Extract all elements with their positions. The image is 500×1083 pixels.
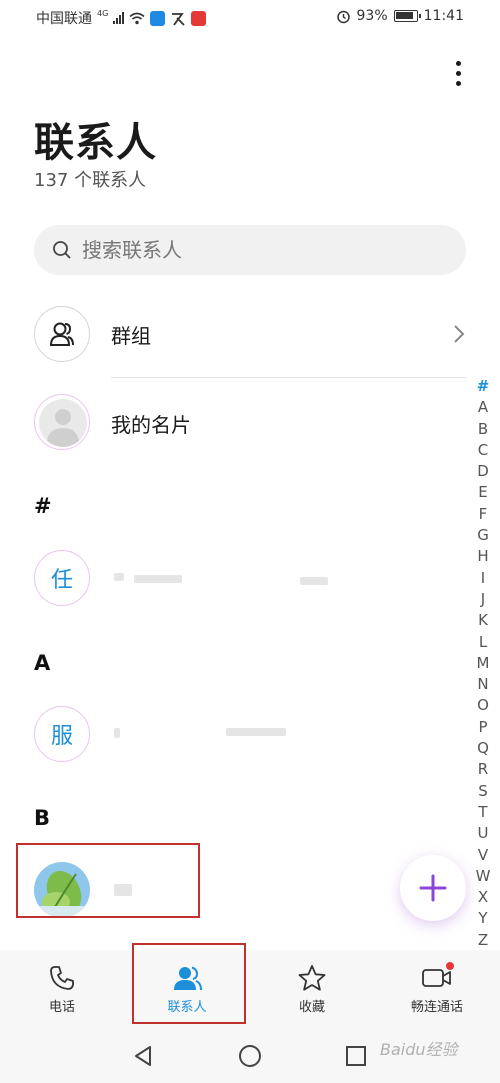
index-letter[interactable]: A <box>478 397 488 418</box>
search-input[interactable] <box>82 238 422 262</box>
index-letter[interactable]: Z <box>478 930 488 951</box>
index-letter[interactable]: E <box>478 482 487 503</box>
highlight-box <box>132 943 246 1024</box>
my-card-label: 我的名片 <box>111 413 191 437</box>
index-letter[interactable]: S <box>478 781 488 802</box>
index-letter[interactable]: J <box>481 589 485 610</box>
index-letter[interactable]: O <box>477 695 489 716</box>
index-letter[interactable]: P <box>478 717 487 738</box>
alarm-icon <box>336 10 350 23</box>
highlight-box <box>16 843 200 918</box>
index-letter[interactable]: B <box>478 419 488 440</box>
contact-count: 137 个联系人 <box>34 170 147 191</box>
index-letter[interactable]: T <box>478 802 487 823</box>
watermark: Baidu经验 <box>380 1040 458 1059</box>
index-letter[interactable]: U <box>478 823 489 844</box>
carrier-name: 中国联通 <box>36 11 92 27</box>
redaction-mark <box>300 577 328 585</box>
index-letter[interactable]: I <box>481 568 485 589</box>
index-letter[interactable]: N <box>477 674 488 695</box>
redaction-mark <box>134 575 182 583</box>
back-icon[interactable] <box>132 1044 154 1068</box>
divider <box>111 377 466 378</box>
index-letter[interactable]: G <box>477 525 489 546</box>
clock: 11:41 <box>423 8 464 24</box>
section-header-a: A <box>34 651 51 675</box>
more-dot-icon <box>455 80 461 86</box>
contact-avatar: 任 <box>34 550 90 606</box>
bottom-navigation: 电话 联系人 收藏 畅连通话 <box>0 950 500 1030</box>
home-icon[interactable] <box>238 1044 262 1068</box>
status-bar-left: 中国联通 4G <box>36 8 207 28</box>
index-letter[interactable]: R <box>478 759 488 780</box>
index-letter[interactable]: M <box>477 653 490 674</box>
nav-label: 收藏 <box>298 1000 325 1015</box>
index-letter[interactable]: V <box>478 845 488 866</box>
index-letter[interactable]: Y <box>478 908 487 929</box>
groups-icon <box>49 322 74 346</box>
index-letter[interactable]: X <box>478 887 488 908</box>
status-bar-right: 93% 11:41 <box>336 8 464 24</box>
chevron-right-icon <box>454 325 465 343</box>
more-options-button[interactable] <box>446 56 470 90</box>
redaction-mark <box>114 573 124 581</box>
my-card-avatar <box>34 394 90 450</box>
status-bar: 中国联通 4G 93% 11:41 <box>0 0 500 36</box>
add-contact-button[interactable] <box>400 855 466 921</box>
index-letter[interactable]: C <box>478 440 488 461</box>
notification-badge <box>446 962 454 970</box>
search-bar[interactable] <box>34 225 466 275</box>
app-notification-icon <box>172 12 185 26</box>
battery-icon <box>393 10 421 22</box>
index-letter[interactable]: L <box>479 632 487 653</box>
app-notification-icon <box>150 10 166 26</box>
phone-icon <box>50 966 74 990</box>
star-icon <box>298 965 326 991</box>
groups-avatar <box>34 306 90 362</box>
signal-icon <box>113 12 125 24</box>
plus-icon <box>419 874 447 902</box>
nav-label: 电话 <box>48 1000 75 1015</box>
index-letter[interactable]: D <box>477 461 489 482</box>
index-letter[interactable]: W <box>476 866 491 887</box>
more-dot-icon <box>455 60 461 66</box>
index-letter[interactable]: Q <box>477 738 489 759</box>
nav-label: 畅连通话 <box>410 1000 463 1015</box>
search-icon <box>53 241 71 259</box>
groups-label: 群组 <box>111 324 151 348</box>
wifi-icon <box>129 12 145 24</box>
nav-video-call[interactable]: 畅连通话 <box>382 950 492 1030</box>
index-letter[interactable]: # <box>477 376 490 397</box>
battery-percent: 93% <box>356 8 388 24</box>
app-notification-icon <box>191 10 207 26</box>
section-header-b: B <box>34 806 51 830</box>
index-letter[interactable]: H <box>477 546 488 567</box>
section-header-hash: # <box>34 494 52 518</box>
redaction-mark <box>226 728 286 736</box>
nav-favorites[interactable]: 收藏 <box>257 950 367 1030</box>
recents-icon[interactable] <box>345 1045 367 1067</box>
index-letter[interactable]: K <box>478 610 488 631</box>
page-title: 联系人 <box>34 120 157 166</box>
more-dot-icon <box>455 70 461 76</box>
contact-avatar: 服 <box>34 706 90 762</box>
person-placeholder-icon <box>39 399 87 447</box>
index-letter[interactable]: F <box>479 504 488 525</box>
alphabet-index[interactable]: # A B C D E F G H I J K L M N O P Q R S T U V W X Y Z <box>472 376 494 951</box>
nav-phone[interactable]: 电话 <box>7 950 117 1030</box>
redaction-mark <box>114 728 120 738</box>
network-type: 4G <box>97 8 109 18</box>
